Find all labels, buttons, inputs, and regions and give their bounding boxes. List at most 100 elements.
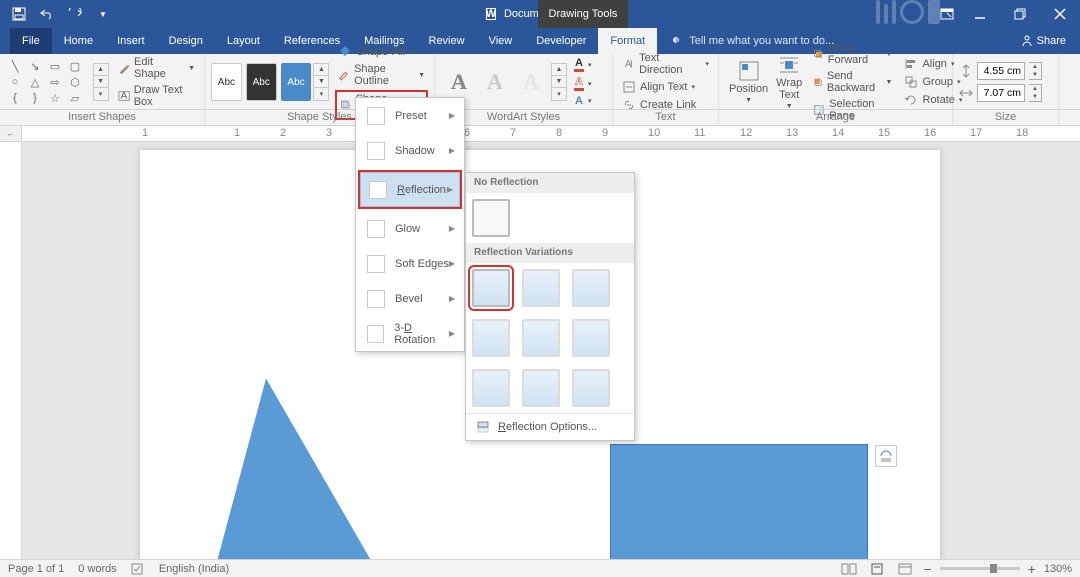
bevel-icon: [367, 290, 385, 308]
tab-layout[interactable]: Layout: [215, 28, 272, 54]
shape-width-input[interactable]: [977, 84, 1025, 102]
rectangle-icon[interactable]: ▢: [66, 59, 84, 73]
read-mode-button[interactable]: [839, 562, 859, 576]
no-reflection-option[interactable]: [472, 199, 510, 237]
ruler-corner: ⌐: [0, 126, 22, 142]
shape-styles-more[interactable]: ▲▼▾: [313, 63, 329, 101]
restore-button[interactable]: [1000, 0, 1040, 28]
tab-view[interactable]: View: [477, 28, 525, 54]
wordart-style-1[interactable]: A: [441, 63, 477, 101]
tell-me-search[interactable]: Tell me what you want to do...: [671, 35, 834, 47]
zoom-slider[interactable]: [940, 567, 1020, 570]
chevron-right-icon: ▶: [449, 111, 455, 120]
titlebar-decoration: [876, 0, 940, 24]
close-button[interactable]: [1040, 0, 1080, 28]
tab-file[interactable]: File: [10, 28, 52, 54]
web-layout-button[interactable]: [895, 562, 915, 576]
tab-home[interactable]: Home: [52, 28, 105, 54]
line-arrow-icon[interactable]: ↘: [26, 59, 44, 73]
shapes-gallery-more[interactable]: ▲▼▾: [93, 63, 109, 101]
send-backward-button[interactable]: Send Backward▼: [810, 69, 895, 95]
arrow-icon[interactable]: ⇨: [46, 75, 64, 89]
minimize-button[interactable]: [960, 0, 1000, 28]
tab-design[interactable]: Design: [157, 28, 215, 54]
shape-style-3[interactable]: Abc: [281, 63, 312, 101]
text-fill-button[interactable]: A▾: [571, 56, 594, 73]
effects-3d-rotation-item[interactable]: 3-D Rotation▶: [359, 316, 461, 351]
rectangle-icon[interactable]: ▭: [46, 59, 64, 73]
reflection-variation-5[interactable]: [522, 319, 560, 357]
shape-style-1[interactable]: Abc: [211, 63, 242, 101]
rbrace-icon[interactable]: }: [26, 91, 44, 105]
edit-shape-button[interactable]: Edit Shape▼: [115, 55, 198, 81]
horizontal-ruler[interactable]: ⌐ 1123456789101112131415161718: [0, 126, 1080, 142]
ribbon: ╲ ↘ ▭ ▢ ○ △ ⇨ ⬡ { } ☆ ▱ ▲▼▾ Edit Shape▼ …: [0, 54, 1080, 110]
shape-height-field[interactable]: ▲▼: [959, 62, 1042, 80]
reflection-submenu: No Reflection Reflection Variations Refl…: [465, 172, 635, 441]
zoom-level[interactable]: 130%: [1044, 563, 1072, 575]
share-button[interactable]: Share: [1021, 35, 1066, 47]
shape-width-field[interactable]: ▲▼: [959, 84, 1042, 102]
triangle-icon[interactable]: △: [26, 75, 44, 89]
language-status[interactable]: English (India): [159, 563, 229, 575]
draw-text-box-button[interactable]: ADraw Text Box: [115, 83, 198, 109]
effects-shadow-item[interactable]: Shadow▶: [359, 133, 461, 168]
save-button[interactable]: [6, 2, 32, 26]
effects-reflection-item[interactable]: Reflection▶: [360, 172, 460, 207]
height-spinner[interactable]: ▲▼: [1029, 62, 1042, 80]
reflection-variation-9[interactable]: [572, 369, 610, 407]
width-spinner[interactable]: ▲▼: [1029, 84, 1042, 102]
wordart-style-2[interactable]: A: [477, 63, 513, 101]
svg-text:A: A: [625, 59, 632, 70]
text-direction-button[interactable]: AText Direction▾: [619, 51, 712, 77]
wrap-text-button[interactable]: Wrap Text▼: [772, 53, 806, 112]
reflection-variation-1[interactable]: [472, 269, 510, 307]
align-text-button[interactable]: Align Text▾: [619, 79, 712, 95]
ribbon-display-options-button[interactable]: [934, 0, 960, 28]
effects-bevel-item[interactable]: Bevel▶: [359, 281, 461, 316]
effects-soft-edges-item[interactable]: Soft Edges▶: [359, 246, 461, 281]
lbrace-icon[interactable]: {: [6, 91, 24, 105]
word-count[interactable]: 0 words: [78, 563, 117, 575]
hexagon-icon[interactable]: ⬡: [66, 75, 84, 89]
undo-button[interactable]: [34, 2, 60, 26]
print-layout-button[interactable]: [867, 562, 887, 576]
qat-customize-button[interactable]: ▼: [90, 2, 116, 26]
reflection-variation-2[interactable]: [522, 269, 560, 307]
text-outline-button[interactable]: A▾: [571, 75, 594, 92]
wordart-styles-more[interactable]: ▲▼▾: [551, 63, 567, 101]
reflection-variation-6[interactable]: [572, 319, 610, 357]
tab-insert[interactable]: Insert: [105, 28, 157, 54]
zoom-out-button[interactable]: −: [923, 561, 931, 577]
reflection-variation-3[interactable]: [572, 269, 610, 307]
wordart-style-3[interactable]: A: [513, 63, 549, 101]
position-button[interactable]: Position▼: [725, 59, 772, 106]
shapes-gallery[interactable]: ╲ ↘ ▭ ▢ ○ △ ⇨ ⬡ { } ☆ ▱: [6, 59, 91, 105]
shape-style-2[interactable]: Abc: [246, 63, 277, 101]
chevron-right-icon: ▶: [449, 259, 455, 268]
spell-check-icon[interactable]: [131, 563, 145, 575]
zoom-in-button[interactable]: +: [1028, 561, 1036, 577]
redo-button[interactable]: [62, 2, 88, 26]
reflection-variation-4[interactable]: [472, 319, 510, 357]
shape-effects-menu: Preset▶ Shadow▶ Reflection▶ Glow▶ Soft E…: [355, 97, 465, 352]
shape-height-input[interactable]: [977, 62, 1025, 80]
page-status[interactable]: Page 1 of 1: [8, 563, 64, 575]
effects-glow-item[interactable]: Glow▶: [359, 211, 461, 246]
line-icon[interactable]: ╲: [6, 59, 24, 73]
reflection-options-button[interactable]: Reflection Options...: [466, 413, 634, 440]
svg-text:W: W: [486, 8, 497, 20]
layout-options-button[interactable]: [875, 445, 897, 467]
star-icon[interactable]: ☆: [46, 91, 64, 105]
reflection-variation-7[interactable]: [472, 369, 510, 407]
text-effects-button[interactable]: A▾: [571, 94, 594, 108]
shape-rectangle[interactable]: [610, 444, 868, 559]
reflection-variation-8[interactable]: [522, 369, 560, 407]
vertical-ruler[interactable]: [0, 142, 22, 559]
shape-fill-button[interactable]: Shape Fill▼: [335, 44, 428, 60]
tab-developer[interactable]: Developer: [524, 28, 598, 54]
oval-icon[interactable]: ○: [6, 75, 24, 89]
shape-outline-button[interactable]: Shape Outline▼: [335, 62, 428, 88]
effects-preset-item[interactable]: Preset▶: [359, 98, 461, 133]
callout-icon[interactable]: ▱: [66, 91, 84, 105]
